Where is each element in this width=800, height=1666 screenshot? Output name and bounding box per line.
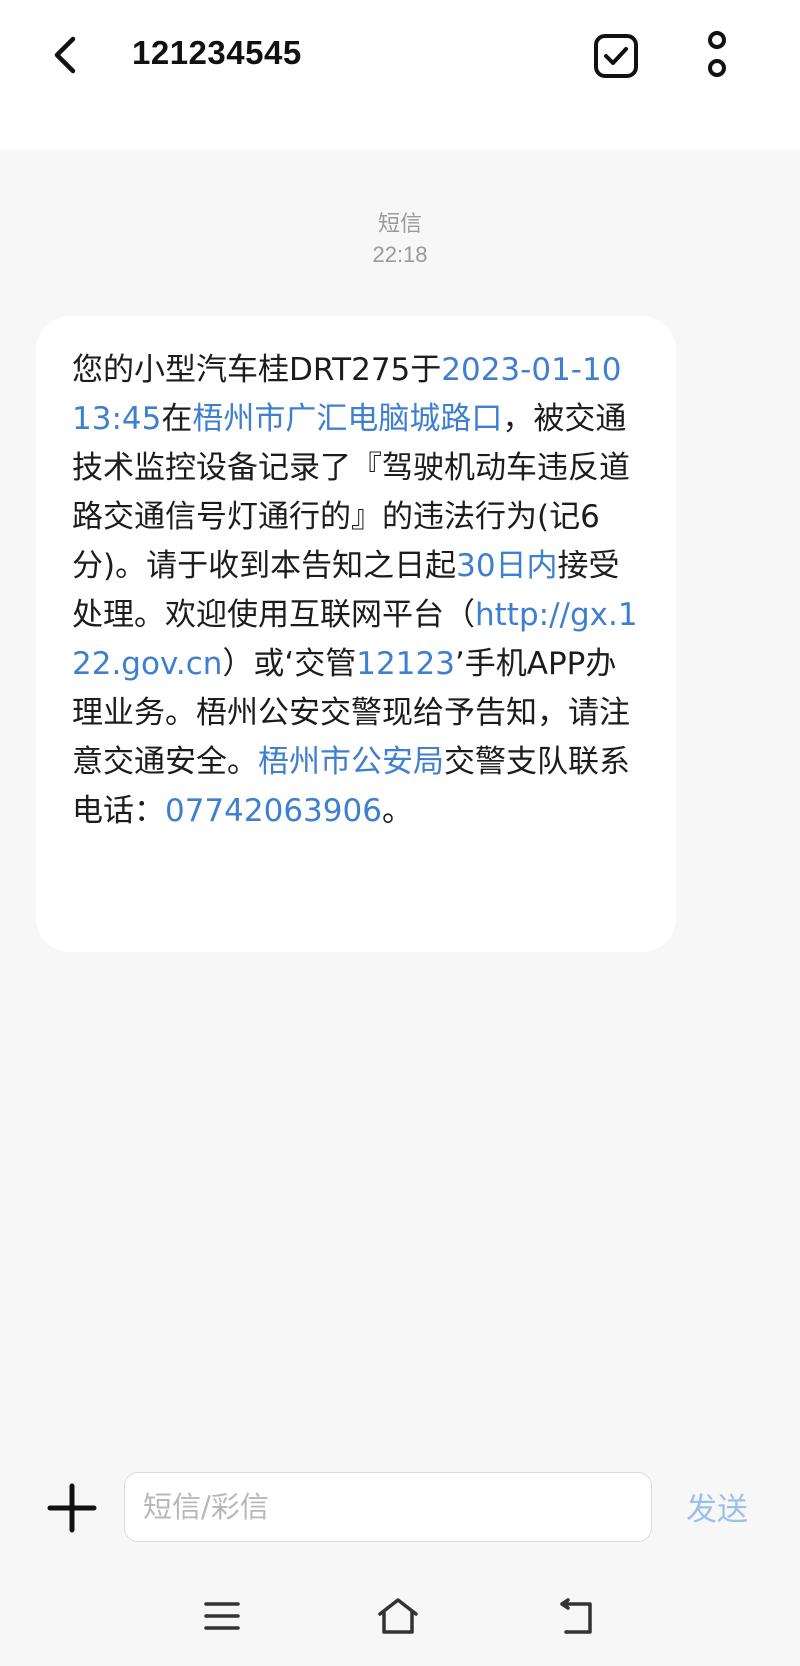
nav-home-button[interactable] [374,1592,422,1640]
message-input[interactable] [124,1472,652,1542]
home-icon [378,1598,418,1634]
message-text: 您的小型汽车桂DRT275于 [72,352,442,388]
more-options-button[interactable] [702,30,732,86]
message-time: 22:18 [372,242,428,267]
message-link[interactable]: 12123 [356,646,455,682]
chevron-left-icon [54,36,76,74]
composer-bar: 发送 [0,1456,800,1576]
message-text: 。 [381,793,413,829]
send-button[interactable]: 发送 [686,1484,748,1529]
select-messages-button[interactable] [592,32,640,80]
vertical-dots-icon [708,31,726,77]
system-nav-bar [0,1576,800,1666]
plus-icon [47,1483,97,1533]
back-icon [560,1598,592,1634]
message-text: ）或‘交管 [222,646,357,682]
message-link[interactable]: 梧州市广汇电脑城路口 [192,401,502,437]
message-link[interactable]: 30日内 [456,548,557,584]
message-type-label: 短信 [377,212,422,237]
nav-back-button[interactable] [552,1592,600,1640]
message-body: 您的小型汽车桂DRT275于2023-01-10 13:45在梧州市广汇电脑城路… [72,346,642,836]
top-bar: 121234545 [0,0,800,150]
message-link[interactable]: 07742063906 [165,793,382,829]
sms-conversation-screen: 121234545 短信 22:18 您的小型汽车桂DRT275于2023-01… [0,0,800,1666]
message-text: 在 [161,401,193,437]
message-link[interactable]: 梧州市公安局 [258,744,444,780]
message-meta: 短信 22:18 [0,210,800,270]
back-button[interactable] [40,28,88,82]
nav-menu-button[interactable] [198,1592,246,1640]
contact-number-title: 121234545 [132,34,302,71]
message-bubble[interactable]: 您的小型汽车桂DRT275于2023-01-10 13:45在梧州市广汇电脑城路… [36,316,676,952]
checkbox-check-icon [594,34,638,78]
menu-icon [204,1602,240,1630]
attach-button[interactable] [44,1480,100,1536]
